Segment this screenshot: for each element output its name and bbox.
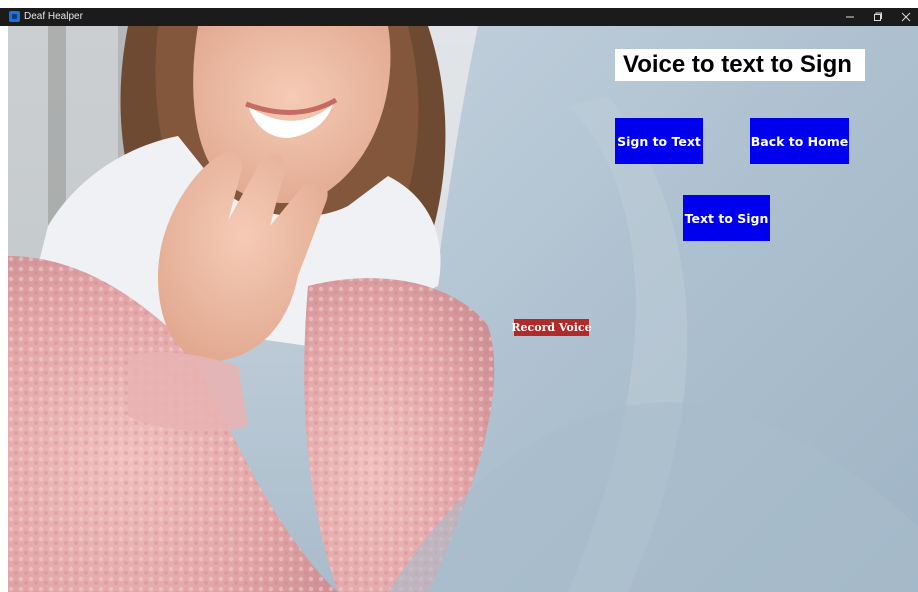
text-to-sign-button[interactable]: Text to Sign (683, 195, 770, 241)
minimize-icon (846, 16, 854, 18)
window-title: Deaf Healper (24, 11, 83, 22)
page-title: Voice to text to Sign (623, 51, 852, 78)
page-heading: Voice to text to Sign (615, 49, 865, 81)
sign-to-text-button[interactable]: Sign to Text (615, 118, 703, 164)
close-button[interactable] (894, 8, 918, 26)
main-canvas: Voice to text to Sign Sign to Text Back … (8, 26, 918, 592)
background-photo (8, 26, 918, 592)
close-icon (901, 12, 911, 22)
back-to-home-button[interactable]: Back to Home (750, 118, 849, 164)
restore-icon (874, 12, 882, 21)
app-icon (9, 11, 20, 22)
record-voice-button[interactable]: Record Voice (511, 319, 592, 336)
minimize-button[interactable] (838, 8, 862, 26)
window-titlebar: Deaf Healper (0, 8, 918, 26)
restore-button[interactable] (866, 8, 890, 26)
